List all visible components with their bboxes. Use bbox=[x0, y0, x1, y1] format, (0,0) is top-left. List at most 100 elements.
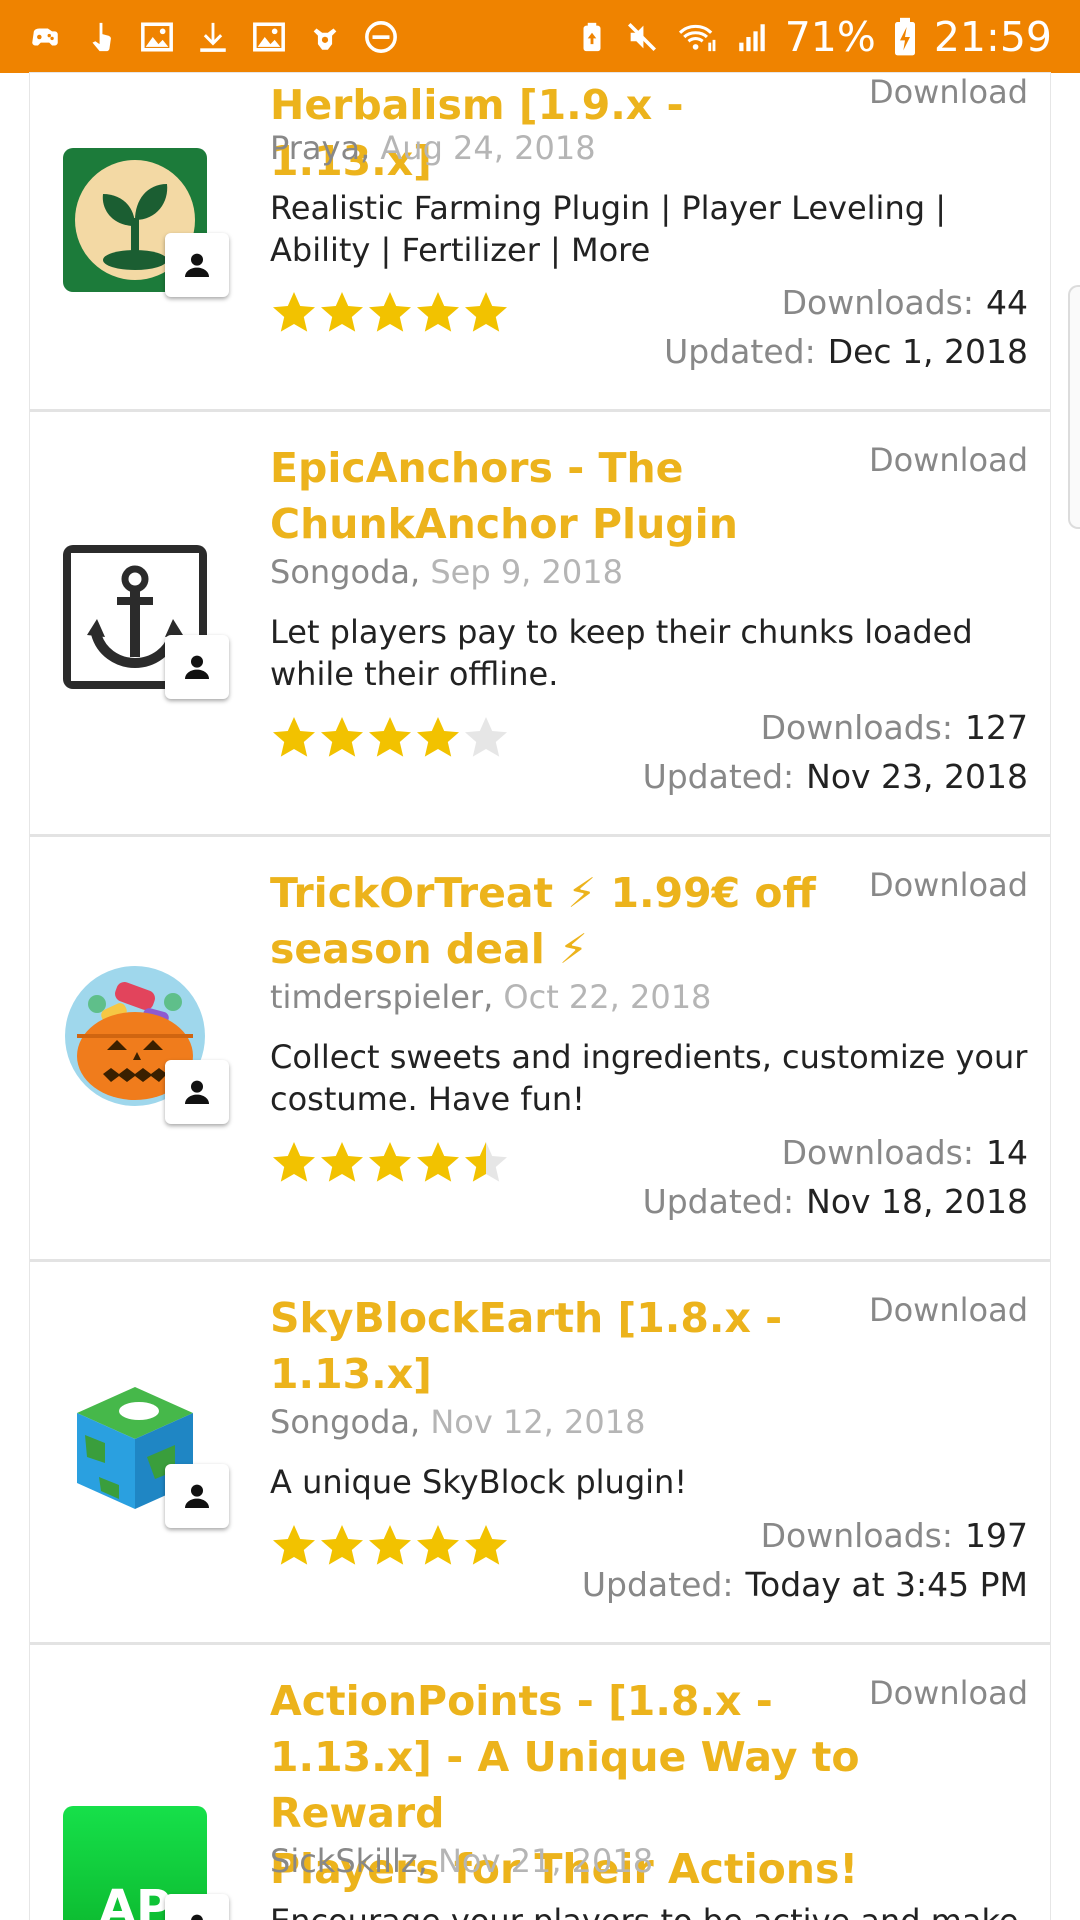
author-name[interactable]: Praya bbox=[270, 129, 360, 167]
list-item[interactable]: EpicAnchors - The ChunkAnchor Plugin Dow… bbox=[30, 411, 1050, 837]
author-name[interactable]: Songoda bbox=[270, 553, 410, 591]
bug-icon bbox=[308, 20, 342, 54]
download-link[interactable]: Download bbox=[869, 441, 1028, 479]
star-icon bbox=[270, 1522, 318, 1570]
status-bar: 71% 21:59 bbox=[0, 0, 1080, 73]
title-line[interactable]: 1.13.x] - A Unique Way to Reward bbox=[270, 1729, 1010, 1841]
star-icon bbox=[462, 289, 510, 337]
updated-value: Nov 23, 2018 bbox=[806, 757, 1028, 796]
edge-panel-handle[interactable] bbox=[1068, 285, 1080, 529]
resource-description: A unique SkyBlock plugin! bbox=[270, 1463, 688, 1501]
downloads-label: Downloads: bbox=[760, 708, 953, 747]
star-icon bbox=[462, 714, 510, 762]
download-link[interactable]: Download bbox=[869, 73, 1028, 111]
title-line[interactable]: ChunkAnchor Plugin bbox=[270, 496, 830, 552]
list-item[interactable]: AP ActionPoints - [1.8.x - 1.13.x] - A U… bbox=[30, 1644, 1050, 1920]
downloads-value: 127 bbox=[965, 708, 1028, 747]
resource-title[interactable]: TrickOrTreat ⚡ 1.99€ off season deal ⚡ bbox=[270, 865, 850, 977]
release-date: Sep 9, 2018 bbox=[430, 553, 623, 591]
signal-icon bbox=[735, 20, 769, 54]
battery-saver-icon bbox=[575, 20, 609, 54]
star-icon bbox=[462, 1522, 510, 1570]
star-icon bbox=[414, 1139, 462, 1187]
list-item[interactable]: TrickOrTreat ⚡ 1.99€ off season deal ⚡ D… bbox=[30, 836, 1050, 1262]
mute-icon bbox=[625, 20, 659, 54]
star-icon bbox=[318, 1522, 366, 1570]
author-name[interactable]: Songoda bbox=[270, 1403, 410, 1441]
star-icon bbox=[270, 1139, 318, 1187]
clock: 21:59 bbox=[933, 13, 1052, 61]
star-icon bbox=[270, 714, 318, 762]
author-line: SickSkillz, Nov 21, 2018 bbox=[270, 1842, 653, 1880]
updated-label: Updated: bbox=[664, 332, 816, 371]
rating-stars bbox=[270, 714, 510, 762]
updated-date: Updated: Today at 3:45 PM bbox=[582, 1565, 1028, 1604]
list-item[interactable]: Herbalism [1.9.x - 1.13.x] Download Pray… bbox=[30, 73, 1050, 412]
author-name[interactable]: timderspieler bbox=[270, 978, 483, 1016]
download-link[interactable]: Download bbox=[869, 1291, 1028, 1329]
updated-date: Updated: Nov 18, 2018 bbox=[643, 1182, 1028, 1221]
battery-icon bbox=[892, 17, 918, 56]
tap-icon bbox=[84, 20, 118, 54]
downloads-count: Downloads: 127 bbox=[761, 708, 1028, 747]
author-avatar-badge[interactable] bbox=[165, 1894, 229, 1920]
system-icons: 71% 21:59 bbox=[575, 8, 1052, 66]
author-avatar-badge[interactable] bbox=[165, 1464, 229, 1528]
star-icon bbox=[462, 1139, 510, 1187]
star-icon bbox=[414, 1522, 462, 1570]
author-name[interactable]: SickSkillz bbox=[270, 1842, 418, 1880]
author-avatar-badge[interactable] bbox=[165, 233, 229, 297]
updated-value: Dec 1, 2018 bbox=[827, 332, 1028, 371]
star-icon bbox=[366, 714, 414, 762]
title-line[interactable]: EpicAnchors - The bbox=[270, 440, 830, 496]
author-avatar-badge[interactable] bbox=[165, 1060, 229, 1124]
resource-title[interactable]: EpicAnchors - The ChunkAnchor Plugin bbox=[270, 440, 830, 552]
star-icon bbox=[318, 1139, 366, 1187]
resource-description: Collect sweets and ingredients, customiz… bbox=[270, 1038, 1028, 1118]
updated-value: Nov 18, 2018 bbox=[806, 1182, 1028, 1221]
ap-logo-text: AP bbox=[98, 1880, 172, 1920]
star-icon bbox=[414, 289, 462, 337]
resource-description: Let players pay to keep their chunks loa… bbox=[270, 613, 973, 693]
do-not-disturb-icon bbox=[364, 20, 398, 54]
star-icon bbox=[318, 289, 366, 337]
downloads-value: 14 bbox=[986, 1133, 1028, 1172]
release-date: Nov 12, 2018 bbox=[430, 1403, 646, 1441]
downloads-value: 197 bbox=[965, 1516, 1028, 1555]
downloads-label: Downloads: bbox=[781, 1133, 974, 1172]
rating-stars bbox=[270, 1522, 510, 1570]
image-icon bbox=[252, 20, 286, 54]
battery-percent: 71% bbox=[784, 13, 876, 61]
downloads-value: 44 bbox=[986, 283, 1028, 322]
author-line: timderspieler, Oct 22, 2018 bbox=[270, 978, 711, 1016]
download-link[interactable]: Download bbox=[869, 866, 1028, 904]
title-line[interactable]: 1.13.x] bbox=[270, 1346, 830, 1402]
author-line: Songoda, Nov 12, 2018 bbox=[270, 1403, 645, 1441]
updated-label: Updated: bbox=[581, 1565, 734, 1604]
author-avatar-badge[interactable] bbox=[165, 635, 229, 699]
release-date: Oct 22, 2018 bbox=[503, 978, 712, 1016]
title-line[interactable]: TrickOrTreat ⚡ 1.99€ off bbox=[270, 865, 850, 921]
downloads-label: Downloads: bbox=[781, 283, 974, 322]
download-link[interactable]: Download bbox=[869, 1674, 1028, 1712]
updated-label: Updated: bbox=[642, 757, 795, 796]
comma: , bbox=[417, 1842, 438, 1880]
updated-value: Today at 3:45 PM bbox=[745, 1565, 1028, 1604]
comma: , bbox=[409, 1403, 431, 1441]
rating-stars bbox=[270, 1139, 510, 1187]
release-date: Aug 24, 2018 bbox=[380, 129, 596, 167]
updated-date: Updated: Nov 23, 2018 bbox=[643, 757, 1028, 796]
resource-title[interactable]: SkyBlockEarth [1.8.x - 1.13.x] bbox=[270, 1290, 830, 1402]
downloads-count: Downloads: 14 bbox=[782, 1133, 1028, 1172]
star-icon bbox=[366, 289, 414, 337]
title-line[interactable]: SkyBlockEarth [1.8.x - bbox=[270, 1290, 830, 1346]
wifi-icon bbox=[675, 20, 719, 54]
title-line[interactable]: season deal ⚡ bbox=[270, 921, 850, 977]
image-icon bbox=[140, 20, 174, 54]
list-item[interactable]: SkyBlockEarth [1.8.x - 1.13.x] Download … bbox=[30, 1261, 1050, 1645]
star-icon bbox=[318, 714, 366, 762]
resource-description: Realistic Farming Plugin | Player Leveli… bbox=[270, 189, 946, 269]
star-icon bbox=[366, 1139, 414, 1187]
star-icon bbox=[366, 1522, 414, 1570]
game-controller-icon bbox=[28, 20, 62, 54]
